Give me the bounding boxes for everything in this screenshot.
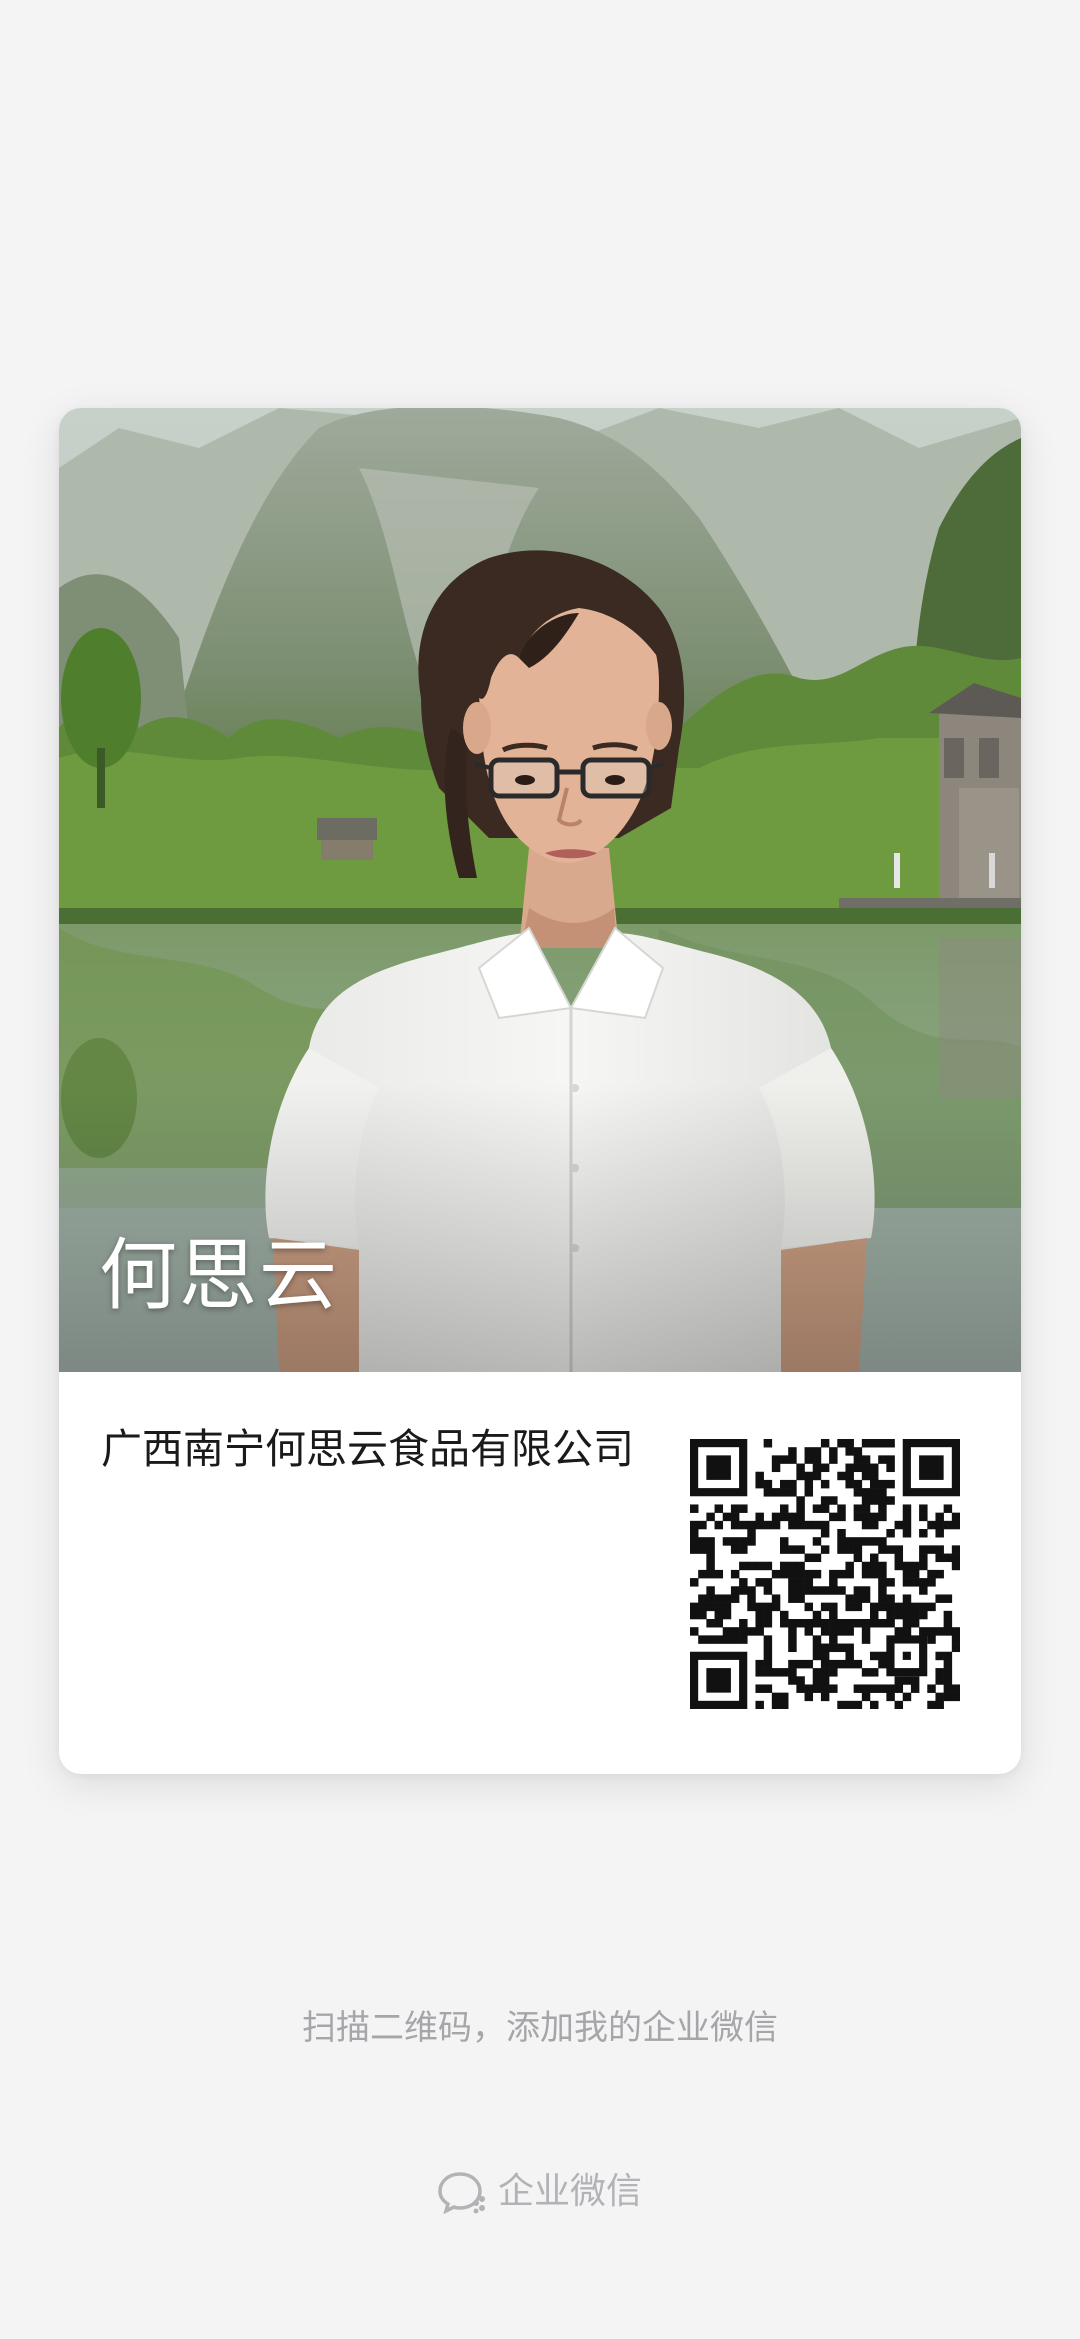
wecom-label: 企业微信 — [497, 2171, 642, 2212]
qr-code — [690, 1439, 961, 1710]
business-card: 何思云 广西南宁何思云食品有限公司 — [59, 408, 1021, 1774]
wecom-brand: 企业微信 — [0, 2164, 1080, 2220]
wecom-chat-icon — [438, 2170, 488, 2214]
profile-photo: 何思云 — [59, 408, 1021, 1372]
company-name: 广西南宁何思云食品有限公司 — [101, 1425, 634, 1473]
contact-name: 何思云 — [99, 1231, 340, 1321]
scan-hint: 扫描二维码，添加我的企业微信 — [302, 2008, 778, 2048]
